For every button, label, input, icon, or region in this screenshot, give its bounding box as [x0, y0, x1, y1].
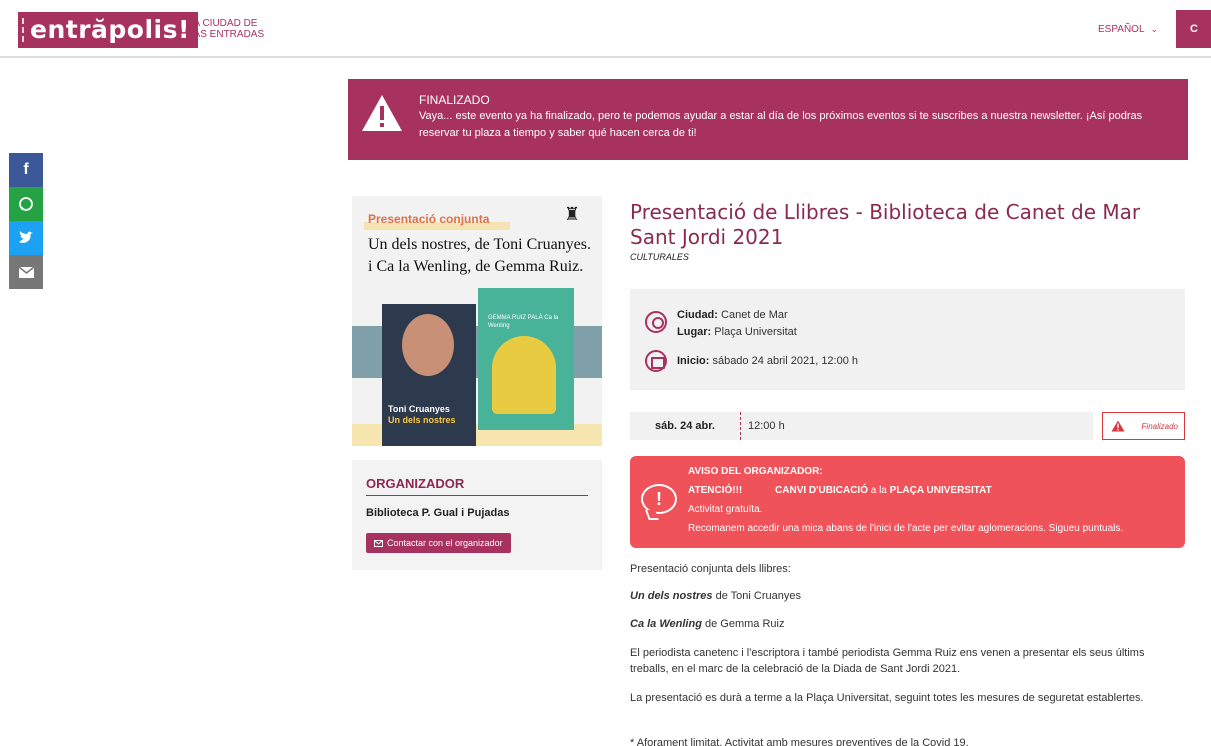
- description-paragraph-3: * Aforament limitat. Activitat amb mesur…: [630, 737, 969, 746]
- book-2-title-text: Ca la Wenling: [630, 618, 702, 630]
- event-category[interactable]: CULTURALES: [630, 252, 689, 262]
- warning-icon: [1111, 420, 1125, 432]
- book-2-text: GEMMA RUIZ PALÀ Ca la Wenling: [488, 315, 559, 329]
- start-row: Inicio: sábado 24 abril 2021, 12:00 h: [677, 355, 858, 367]
- session-divider: [740, 412, 741, 440]
- event-info-box: Ciudad: Canet de Mar Lugar: Plaça Univer…: [630, 289, 1185, 390]
- city-row: Ciudad: Canet de Mar: [677, 309, 788, 321]
- calendar-icon: [645, 350, 667, 372]
- finished-status-label: Finalizado: [1141, 421, 1178, 431]
- warning-icon: [362, 95, 402, 131]
- banner-text: Vaya... este evento ya ha finalizado, pe…: [419, 110, 1143, 139]
- email-share-button[interactable]: [9, 255, 43, 289]
- language-selector[interactable]: ESPAÑOL ⌄: [1098, 24, 1158, 35]
- facebook-share-button[interactable]: f: [9, 153, 43, 187]
- event-title-line-1: Presentació de Llibres - Biblioteca de C…: [630, 200, 1141, 224]
- organizer-notice: ! AVISO DEL ORGANIZADOR: ATENCIÓ!!! CANV…: [630, 456, 1185, 548]
- organizer-box: ORGANIZADOR Biblioteca P. Gual i Pujadas…: [352, 460, 602, 570]
- city-value: Canet de Mar: [721, 309, 788, 321]
- language-label: ESPAÑOL: [1098, 24, 1145, 35]
- notice-line-2: Activitat gratuïta.: [688, 504, 763, 515]
- twitter-icon: [19, 231, 33, 243]
- poster-tag: Presentació conjunta: [368, 212, 490, 226]
- notice-plaza: PLAÇA UNIVERSITAT: [889, 485, 992, 496]
- place-value: Plaça Universitat: [714, 326, 797, 338]
- place-row: Lugar: Plaça Universitat: [677, 326, 797, 338]
- organizer-name: Biblioteca P. Gual i Pujadas: [366, 507, 510, 519]
- book-2-illustration: [492, 336, 556, 414]
- session-time: 12:00 h: [748, 420, 785, 432]
- book-1-author: Toni Cruanyes: [388, 404, 450, 414]
- description-book-2: Ca la Wenling de Gemma Ruiz: [630, 616, 1170, 632]
- notice-canvi: CANVI D'UBICACIÓ: [775, 485, 868, 496]
- envelope-icon: [374, 539, 383, 547]
- city-label: Ciudad:: [677, 309, 718, 321]
- alert-bubble-icon: !: [641, 484, 677, 514]
- notice-a-la: a la: [870, 485, 887, 496]
- event-finished-banner: FINALIZADO Vaya... este evento ya ha fin…: [348, 79, 1188, 160]
- description-paragraph-2: La presentació es durà a terme a la Plaç…: [630, 692, 1144, 704]
- event-poster-image: Presentació conjunta ♜ Un dels nostres, …: [352, 196, 602, 446]
- notice-title: AVISO DEL ORGANIZADOR:: [688, 466, 823, 477]
- poster-line-1: Un dels nostres, de Toni Cruanyes.: [368, 236, 591, 253]
- book-1-title: Un dels nostres: [388, 415, 456, 425]
- chevron-down-icon: ⌄: [1150, 24, 1159, 34]
- twitter-share-button[interactable]: [9, 221, 43, 255]
- contact-organizer-label: Contactar con el organizador: [387, 538, 503, 548]
- header-cta-button[interactable]: C: [1176, 10, 1211, 48]
- whatsapp-icon: [19, 197, 33, 211]
- description-intro: Presentació conjunta dels llibres:: [630, 563, 791, 575]
- book-2-author-text: de Gemma Ruiz: [701, 618, 785, 630]
- site-header: entrăpolis! LA CIUDAD DE LAS ENTRADAS ES…: [0, 0, 1211, 58]
- book-1-author-text: de Toni Cruanyes: [712, 590, 801, 602]
- tagline-line-2: LAS ENTRADAS: [188, 29, 265, 40]
- banner-title: FINALIZADO: [419, 93, 490, 107]
- session-date: sáb. 24 abr.: [655, 420, 715, 432]
- facebook-icon: f: [23, 161, 29, 178]
- poster-line-2: i Ca la Wenling, de Gemma Ruiz.: [368, 258, 584, 275]
- event-title: Presentació de Llibres - Biblioteca de C…: [630, 200, 1190, 250]
- organizer-heading: ORGANIZADOR: [366, 476, 588, 496]
- place-label: Lugar:: [677, 326, 712, 338]
- contact-organizer-button[interactable]: Contactar con el organizador: [366, 533, 511, 553]
- start-value: sábado 24 abril 2021, 12:00 h: [712, 355, 859, 367]
- author-portrait: [402, 314, 454, 376]
- start-label: Inicio:: [677, 355, 710, 367]
- description-book-1: Un dels nostres de Toni Cruanyes: [630, 588, 1170, 604]
- finished-status-button[interactable]: Finalizado: [1102, 412, 1185, 440]
- event-title-line-2: Sant Jordi 2021: [630, 225, 784, 249]
- session-row: sáb. 24 abr. 12:00 h: [630, 412, 1093, 440]
- location-pin-icon: [645, 311, 667, 333]
- tagline-line-1: LA CIUDAD DE: [188, 18, 258, 29]
- notice-atencio: ATENCIÓ!!!: [688, 485, 743, 496]
- envelope-icon: [18, 266, 34, 278]
- site-tagline: LA CIUDAD DE LAS ENTRADAS: [188, 18, 264, 40]
- description-paragraph-1: El periodista canetenc i l'escriptora i …: [630, 647, 1145, 675]
- notice-line-3: Recomanem accedir una mica abans de l'in…: [688, 523, 1124, 534]
- social-share-bar: f: [9, 153, 43, 289]
- library-seal-icon: ♜: [564, 204, 581, 224]
- notice-line-1: ATENCIÓ!!! CANVI D'UBICACIÓ a la PLAÇA U…: [688, 485, 992, 496]
- whatsapp-share-button[interactable]: [9, 187, 43, 221]
- site-logo[interactable]: entrăpolis!: [18, 12, 198, 48]
- book-1-title-text: Un dels nostres: [630, 590, 713, 602]
